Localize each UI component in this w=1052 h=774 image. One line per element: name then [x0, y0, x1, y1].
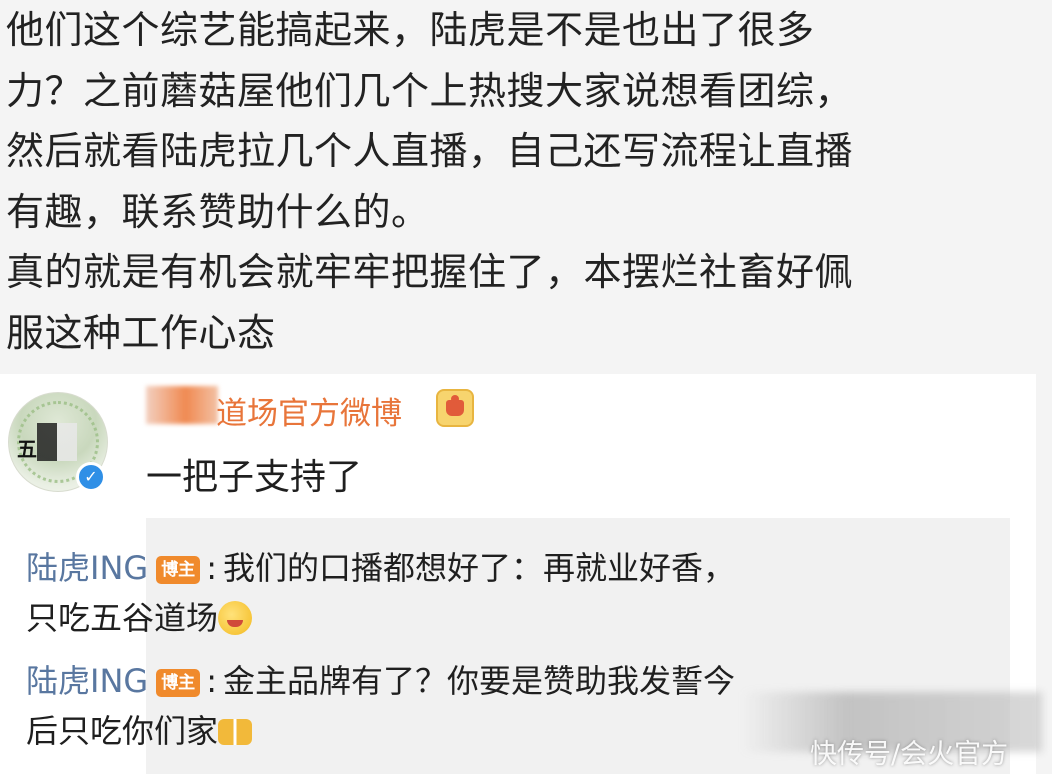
- post-line: 然后就看陆虎拉几个人直播，自己还写流程让直播: [6, 129, 854, 173]
- bow-emoji-icon: [218, 719, 253, 745]
- reply-text: 我们的口播都想好了：再就业好香，: [222, 549, 735, 587]
- verified-icon: ✓: [76, 462, 106, 492]
- post-line: 力？之前蘑菇屋他们几个上热搜大家说想看团综，: [6, 68, 854, 113]
- blurred-name-prefix: [146, 386, 218, 424]
- post-line: 真的就是有机会就牢牢把握住了，本摆烂社畜好佩: [6, 250, 854, 294]
- comment-text: 一把子支持了: [146, 457, 363, 498]
- post-body: 他们这个综艺能搞起来，陆虎是不是也出了很多 力？之前蘑菇屋他们几个上热搜大家说想…: [6, 0, 1046, 363]
- reply-user-link[interactable]: 陆虎ING: [26, 549, 148, 587]
- watermark-text: 快传号/会火官方: [810, 739, 1009, 770]
- post-line: 他们这个综艺能搞起来，陆虎是不是也出了很多: [6, 8, 815, 52]
- host-badge: 博主: [156, 669, 201, 697]
- reply-text: 金主品牌有了？你要是赞助我发誓今: [222, 662, 735, 700]
- reply-item: 陆虎ING 博主: 金主品牌有了？你要是赞助我发誓今 后只吃你们家: [26, 656, 735, 756]
- reply-text: 只吃五谷道场: [26, 599, 219, 637]
- reply-user-link[interactable]: 陆虎ING: [26, 662, 148, 700]
- post-line: 有趣，联系赞助什么的。: [6, 189, 430, 234]
- comment-author-name[interactable]: 道场官方微博: [216, 388, 402, 433]
- reply-item: 陆虎ING 博主: 我们的口播都想好了：再就业好香， 只吃五谷道场: [26, 543, 735, 643]
- reply-text: 后只吃你们家: [26, 712, 219, 750]
- reply-colon: :: [206, 549, 217, 587]
- post-line: 服这种工作心态: [6, 310, 276, 355]
- crown-icon: [436, 389, 474, 427]
- avatar-text: 五: [17, 437, 37, 461]
- reply-colon: :: [206, 662, 217, 700]
- host-badge: 博主: [156, 556, 201, 584]
- avatar-mosaic: [37, 423, 77, 461]
- drool-emoji-icon: [218, 601, 253, 635]
